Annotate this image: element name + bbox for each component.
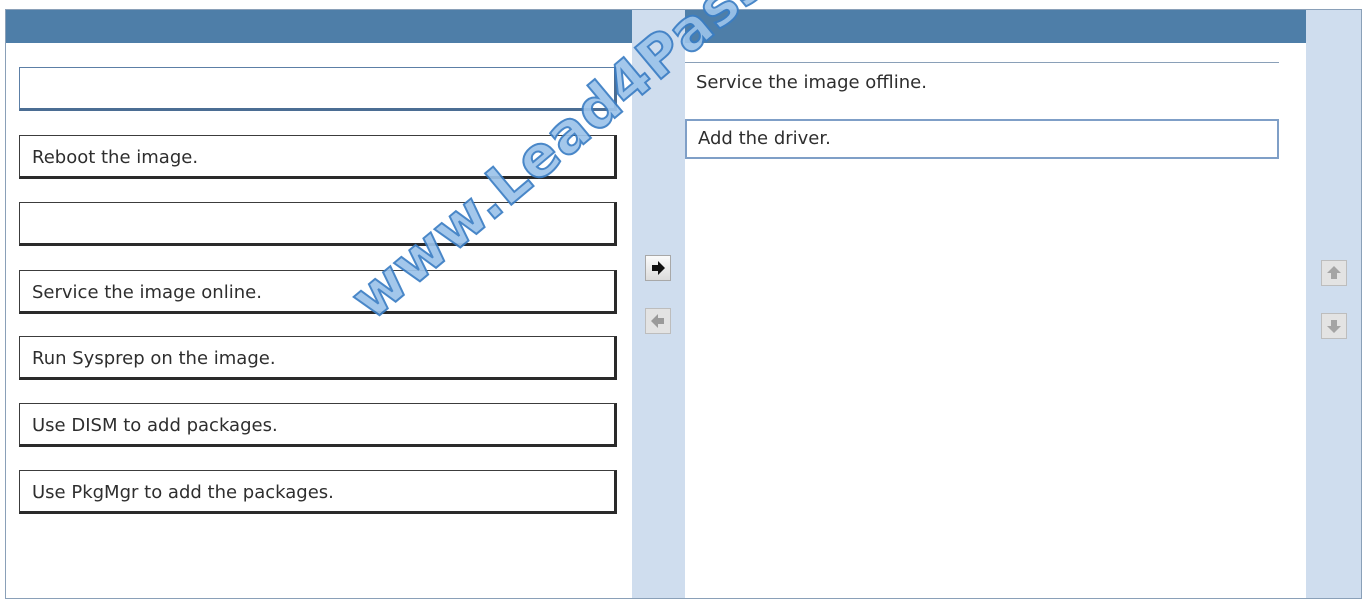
source-list-panel: Reboot the image. Service the image onli…	[6, 10, 632, 598]
source-item-pkgmgr-packages[interactable]: Use PkgMgr to add the packages.	[19, 470, 617, 514]
transfer-button-strip	[632, 10, 685, 598]
arrow-down-icon	[1326, 318, 1342, 334]
source-item-dism-packages[interactable]: Use DISM to add packages.	[19, 403, 617, 447]
source-item-reboot[interactable]: Reboot the image.	[19, 135, 617, 179]
source-item-empty-1	[19, 67, 617, 111]
move-right-button[interactable]	[645, 255, 671, 281]
move-up-button[interactable]	[1321, 260, 1347, 286]
source-item-service-online[interactable]: Service the image online.	[19, 270, 617, 314]
drag-drop-question-panel: Reboot the image. Service the image onli…	[5, 9, 1362, 599]
arrow-up-icon	[1326, 265, 1342, 281]
arrow-left-icon	[650, 313, 666, 329]
source-list-header	[6, 10, 632, 43]
reorder-button-strip	[1306, 10, 1361, 598]
source-item-run-sysprep[interactable]: Run Sysprep on the image.	[19, 336, 617, 380]
arrow-right-icon	[650, 260, 666, 276]
source-item-empty-2	[19, 202, 617, 246]
move-left-button[interactable]	[645, 308, 671, 334]
answer-list-panel: Service the image offline. Add the drive…	[685, 10, 1306, 598]
answer-item-service-offline[interactable]: Service the image offline.	[685, 62, 1279, 102]
answer-item-add-driver[interactable]: Add the driver.	[685, 119, 1279, 159]
move-down-button[interactable]	[1321, 313, 1347, 339]
answer-list-header	[685, 10, 1306, 43]
